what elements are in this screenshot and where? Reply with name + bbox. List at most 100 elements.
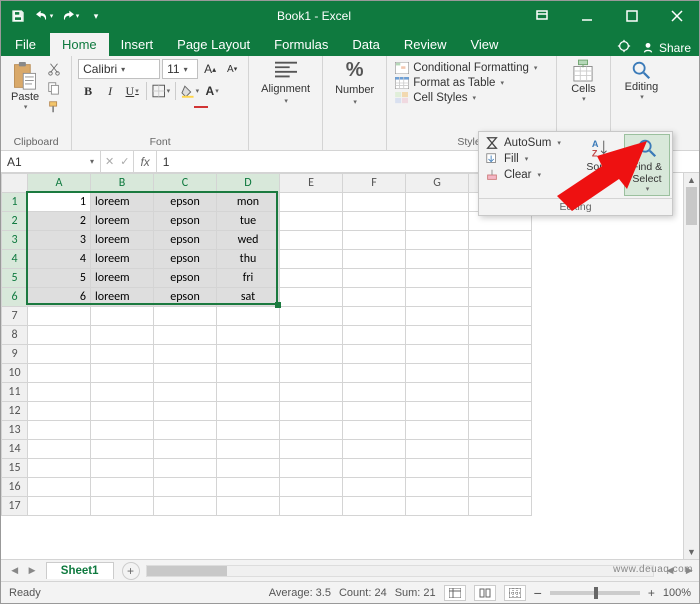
- cell-D9[interactable]: [217, 345, 280, 364]
- cell-H14[interactable]: [469, 440, 532, 459]
- cell-C7[interactable]: [154, 307, 217, 326]
- cell-B17[interactable]: [91, 497, 154, 516]
- undo-icon[interactable]: ▾: [31, 4, 57, 28]
- cell-B3[interactable]: loreem: [91, 231, 154, 250]
- row-header-12[interactable]: 12: [2, 402, 28, 421]
- cell-A16[interactable]: [28, 478, 91, 497]
- bold-button[interactable]: B: [78, 81, 98, 101]
- row-header-2[interactable]: 2: [2, 212, 28, 231]
- name-box[interactable]: A1▾: [1, 151, 101, 172]
- cell-D2[interactable]: tue: [217, 212, 280, 231]
- cell-H6[interactable]: [469, 288, 532, 307]
- cell-C4[interactable]: epson: [154, 250, 217, 269]
- cell-G16[interactable]: [406, 478, 469, 497]
- cell-E3[interactable]: [280, 231, 343, 250]
- cell-H15[interactable]: [469, 459, 532, 478]
- cell-C2[interactable]: epson: [154, 212, 217, 231]
- qat-customize-icon[interactable]: ▾: [83, 4, 109, 28]
- cell-F10[interactable]: [343, 364, 406, 383]
- cell-F6[interactable]: [343, 288, 406, 307]
- conditional-formatting-button[interactable]: Conditional Formatting▾: [393, 61, 539, 75]
- cell-D12[interactable]: [217, 402, 280, 421]
- cell-F15[interactable]: [343, 459, 406, 478]
- cell-H10[interactable]: [469, 364, 532, 383]
- cell-F3[interactable]: [343, 231, 406, 250]
- cell-F14[interactable]: [343, 440, 406, 459]
- cell-D14[interactable]: [217, 440, 280, 459]
- cell-styles-button[interactable]: Cell Styles▾: [393, 91, 539, 105]
- cell-E8[interactable]: [280, 326, 343, 345]
- editing-button[interactable]: Editing▾: [617, 59, 667, 101]
- cell-G17[interactable]: [406, 497, 469, 516]
- increase-font-icon[interactable]: A▴: [200, 59, 220, 79]
- cell-A14[interactable]: [28, 440, 91, 459]
- cell-G14[interactable]: [406, 440, 469, 459]
- tab-view[interactable]: View: [458, 33, 510, 56]
- cell-D10[interactable]: [217, 364, 280, 383]
- zoom-in-button[interactable]: +: [648, 586, 655, 600]
- row-header-1[interactable]: 1: [2, 193, 28, 212]
- cell-E9[interactable]: [280, 345, 343, 364]
- tab-home[interactable]: Home: [50, 33, 109, 56]
- vertical-scrollbar[interactable]: ▲▼: [683, 173, 699, 559]
- cell-E13[interactable]: [280, 421, 343, 440]
- tab-file[interactable]: File: [1, 33, 50, 56]
- maximize-icon[interactable]: [609, 1, 654, 31]
- cell-E5[interactable]: [280, 269, 343, 288]
- cell-C14[interactable]: [154, 440, 217, 459]
- cell-H17[interactable]: [469, 497, 532, 516]
- cell-A4[interactable]: 4: [28, 250, 91, 269]
- cell-E1[interactable]: [280, 193, 343, 212]
- redo-icon[interactable]: ▾: [57, 4, 83, 28]
- cell-D8[interactable]: [217, 326, 280, 345]
- cell-A17[interactable]: [28, 497, 91, 516]
- zoom-out-button[interactable]: −: [534, 585, 542, 601]
- cell-H7[interactable]: [469, 307, 532, 326]
- cell-C13[interactable]: [154, 421, 217, 440]
- sheet-tab-sheet1[interactable]: Sheet1: [46, 562, 114, 579]
- cell-E14[interactable]: [280, 440, 343, 459]
- sheet-nav-next-icon[interactable]: ►: [26, 565, 37, 577]
- cell-D6[interactable]: sat: [217, 288, 280, 307]
- row-header-8[interactable]: 8: [2, 326, 28, 345]
- cell-C5[interactable]: epson: [154, 269, 217, 288]
- cell-D1[interactable]: mon: [217, 193, 280, 212]
- decrease-font-icon[interactable]: A▾: [222, 59, 242, 79]
- horizontal-scrollbar[interactable]: [146, 565, 655, 577]
- row-header-14[interactable]: 14: [2, 440, 28, 459]
- cell-G6[interactable]: [406, 288, 469, 307]
- cell-F12[interactable]: [343, 402, 406, 421]
- cell-G7[interactable]: [406, 307, 469, 326]
- worksheet-grid[interactable]: ABCDEFGH11loreemepsonmon22loreemepsontue…: [1, 173, 683, 559]
- save-icon[interactable]: [5, 4, 31, 28]
- borders-icon[interactable]: ▾: [151, 81, 171, 101]
- cell-D7[interactable]: [217, 307, 280, 326]
- cell-B6[interactable]: loreem: [91, 288, 154, 307]
- cell-C16[interactable]: [154, 478, 217, 497]
- cell-F8[interactable]: [343, 326, 406, 345]
- cell-E7[interactable]: [280, 307, 343, 326]
- tab-review[interactable]: Review: [392, 33, 459, 56]
- cell-E6[interactable]: [280, 288, 343, 307]
- row-header-11[interactable]: 11: [2, 383, 28, 402]
- cell-A11[interactable]: [28, 383, 91, 402]
- cell-B14[interactable]: [91, 440, 154, 459]
- col-header-F[interactable]: F: [343, 174, 406, 193]
- copy-icon[interactable]: [45, 80, 63, 96]
- col-header-D[interactable]: D: [217, 174, 280, 193]
- cell-A12[interactable]: [28, 402, 91, 421]
- font-color-icon[interactable]: A▾: [202, 81, 222, 101]
- cell-D15[interactable]: [217, 459, 280, 478]
- cell-G1[interactable]: [406, 193, 469, 212]
- cell-C8[interactable]: [154, 326, 217, 345]
- cell-E15[interactable]: [280, 459, 343, 478]
- close-icon[interactable]: [654, 1, 699, 31]
- cell-F7[interactable]: [343, 307, 406, 326]
- tab-formulas[interactable]: Formulas: [262, 33, 340, 56]
- cell-G15[interactable]: [406, 459, 469, 478]
- cell-E17[interactable]: [280, 497, 343, 516]
- row-header-4[interactable]: 4: [2, 250, 28, 269]
- cell-B13[interactable]: [91, 421, 154, 440]
- cell-B8[interactable]: [91, 326, 154, 345]
- number-button[interactable]: % Number▾: [329, 59, 380, 106]
